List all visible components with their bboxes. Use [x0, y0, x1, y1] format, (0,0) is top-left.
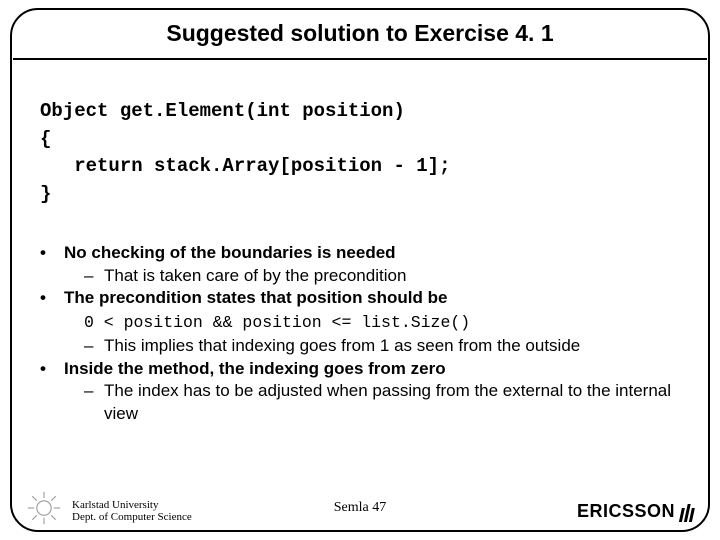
bullet-3-sub-1-text: The index has to be adjusted when passin… — [104, 380, 680, 425]
code-line-1: Object get.Element(int position) — [40, 98, 680, 126]
dash-icon: – — [84, 265, 104, 287]
code-line-2: { — [40, 126, 680, 154]
bullet-1-sub-1-text: That is taken care of by the preconditio… — [104, 265, 680, 287]
precondition-code: 0 < position && position <= list.Size() — [84, 310, 680, 336]
bullet-dot-icon: • — [40, 358, 64, 380]
slide-footer: Karlstad University Dept. of Computer Sc… — [0, 488, 720, 526]
slide-title: Suggested solution to Exercise 4. 1 — [0, 20, 720, 47]
code-block: Object get.Element(int position) { retur… — [40, 98, 680, 208]
code-line-4: } — [40, 181, 680, 209]
ericsson-bars-icon — [679, 502, 696, 522]
ericsson-wordmark: ERICSSON — [577, 501, 675, 522]
bullet-1-sub-1: – That is taken care of by the precondit… — [84, 265, 680, 287]
bullet-1-text: No checking of the boundaries is needed — [64, 242, 680, 264]
ericsson-logo: ERICSSON — [577, 501, 694, 522]
slide-content: Object get.Element(int position) { retur… — [40, 98, 680, 425]
bullet-dot-icon: • — [40, 242, 64, 264]
bullet-dot-icon: • — [40, 287, 64, 309]
bullet-2-sub-1-text: This implies that indexing goes from 1 a… — [104, 335, 680, 357]
bullet-2: • The precondition states that position … — [40, 287, 680, 309]
dash-icon: – — [84, 335, 104, 357]
title-underline — [13, 58, 707, 60]
bullet-list: • No checking of the boundaries is neede… — [40, 242, 680, 425]
bullet-1: • No checking of the boundaries is neede… — [40, 242, 680, 264]
bullet-2-text: The precondition states that position sh… — [64, 287, 680, 309]
bullet-3-text: Inside the method, the indexing goes fro… — [64, 358, 680, 380]
bullet-2-sub-1: – This implies that indexing goes from 1… — [84, 335, 680, 357]
dash-icon: – — [84, 380, 104, 425]
code-line-3: return stack.Array[position - 1]; — [40, 153, 680, 181]
bullet-3: • Inside the method, the indexing goes f… — [40, 358, 680, 380]
bullet-3-sub-1: – The index has to be adjusted when pass… — [84, 380, 680, 425]
